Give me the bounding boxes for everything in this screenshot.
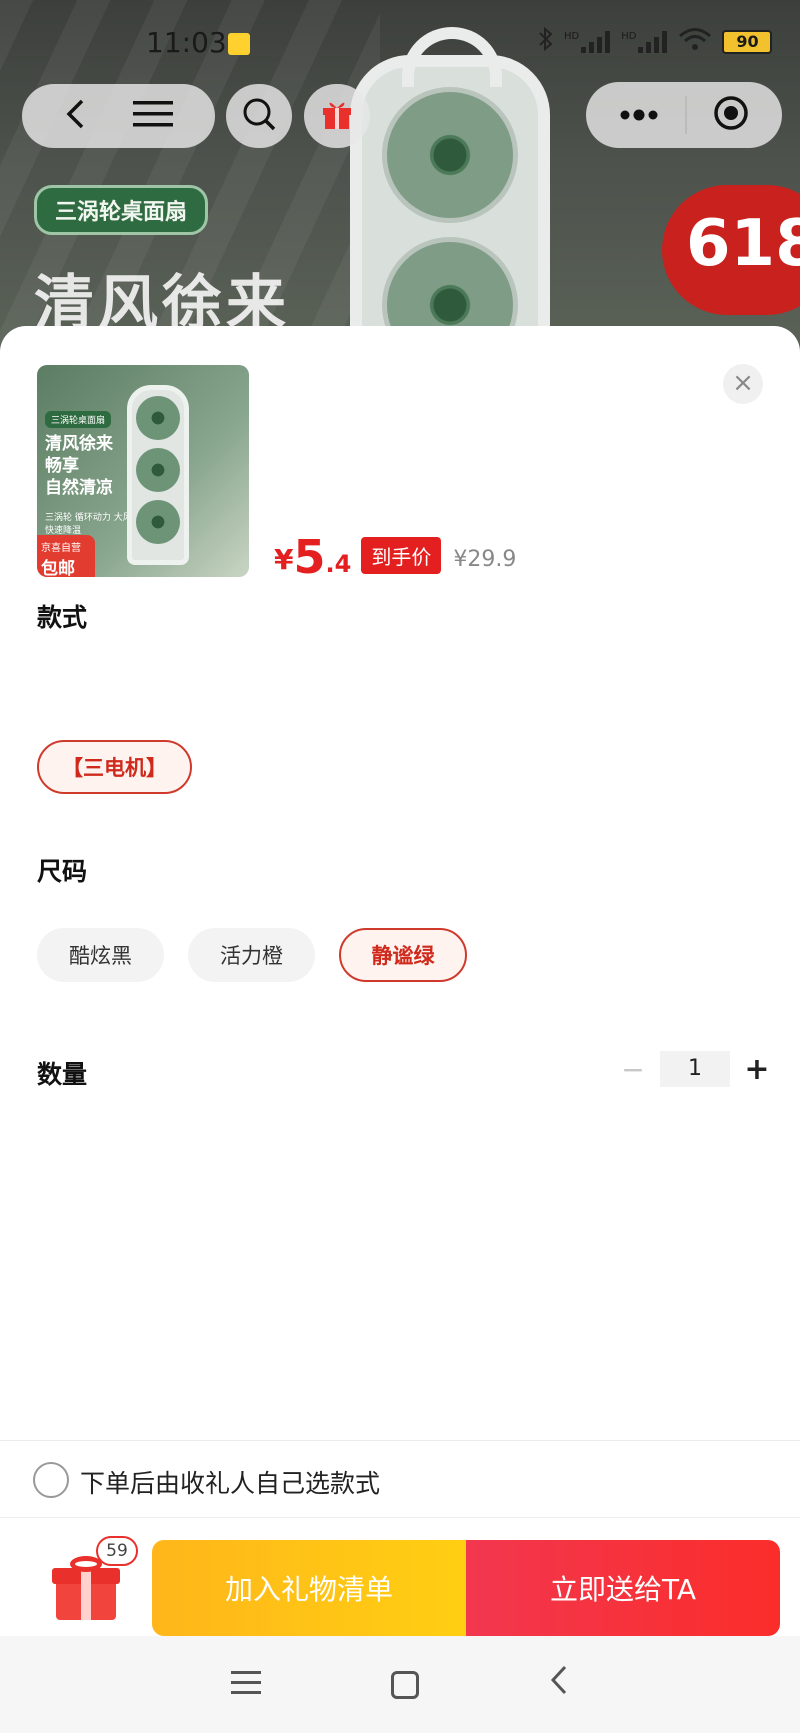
thumb-fan-image bbox=[127, 385, 189, 565]
more-icon[interactable] bbox=[619, 106, 659, 125]
recipient-choose-option[interactable]: 下单后由收礼人自己选款式 bbox=[0, 1440, 800, 1518]
back-icon[interactable] bbox=[64, 98, 88, 134]
close-button[interactable]: × bbox=[723, 364, 763, 404]
signal-icon-2: HD bbox=[621, 31, 668, 53]
status-bar: 11:03 HD HD 90 bbox=[0, 0, 800, 80]
notification-icon bbox=[228, 33, 250, 55]
capsule-divider bbox=[685, 96, 687, 134]
send-now-button[interactable]: 立即送给TA bbox=[466, 1540, 780, 1636]
increase-button[interactable]: + bbox=[742, 1052, 772, 1087]
target-icon[interactable] bbox=[713, 95, 749, 135]
thumb-line: 自然清凉 bbox=[45, 478, 113, 498]
wifi-icon bbox=[678, 27, 712, 57]
bluetooth-icon bbox=[538, 26, 554, 58]
thumb-tag: 三涡轮桌面扇 bbox=[45, 411, 112, 428]
search-button[interactable] bbox=[226, 84, 292, 148]
hero-fan-image bbox=[350, 27, 550, 360]
size-option-chip[interactable]: 酷炫黑 bbox=[37, 928, 164, 982]
nav-capsule bbox=[22, 84, 215, 148]
close-icon: × bbox=[732, 368, 754, 398]
system-nav-bar bbox=[0, 1636, 800, 1733]
add-to-gift-list-button[interactable]: 加入礼物清单 bbox=[152, 1540, 466, 1636]
style-section-title: 款式 bbox=[37, 603, 88, 632]
thumb-shipping-badge: 京喜自营 包邮 bbox=[37, 535, 95, 577]
style-option-chip[interactable]: 【三电机】 bbox=[37, 740, 192, 794]
search-icon bbox=[241, 96, 277, 136]
home-icon[interactable] bbox=[391, 1670, 419, 1699]
price-integer: 5 bbox=[293, 530, 326, 584]
radio-button[interactable] bbox=[33, 1462, 69, 1498]
price-row: ¥ 5 .4 到手价 ¥29.9 bbox=[274, 534, 516, 580]
original-price: ¥29.9 bbox=[453, 547, 517, 572]
menu-icon[interactable] bbox=[132, 99, 173, 133]
recent-apps-icon[interactable] bbox=[231, 1664, 261, 1705]
back-nav-icon[interactable] bbox=[549, 1664, 569, 1705]
gift-count-badge: 59 bbox=[96, 1536, 138, 1566]
size-option-chip[interactable]: 活力橙 bbox=[188, 928, 315, 982]
signal-icon: HD bbox=[564, 31, 611, 53]
final-price-label: 到手价 bbox=[361, 537, 442, 574]
hero-618-badge: 618 bbox=[662, 185, 800, 315]
option-label: 下单后由收礼人自己选款式 bbox=[80, 1469, 381, 1498]
product-thumbnail: 三涡轮桌面扇 清风徐来 畅享 自然清凉 三涡轮 循环动力 大风扇 快速降温 京喜… bbox=[37, 365, 249, 577]
price-decimal: .4 bbox=[325, 550, 352, 578]
size-option-chip[interactable]: 静谧绿 bbox=[339, 928, 467, 982]
status-time: 11:03 bbox=[146, 26, 227, 59]
quantity-stepper: − 1 + bbox=[618, 1051, 772, 1087]
quantity-label: 数量 bbox=[37, 1060, 88, 1089]
battery-icon: 90 bbox=[722, 30, 773, 54]
sku-selection-sheet: 三涡轮桌面扇 清风徐来 畅享 自然清凉 三涡轮 循环动力 大风扇 快速降温 京喜… bbox=[0, 326, 800, 1636]
action-bar: 59 加入礼物清单 立即送给TA bbox=[0, 1518, 800, 1636]
quantity-input[interactable]: 1 bbox=[660, 1051, 730, 1087]
decrease-button[interactable]: − bbox=[618, 1053, 648, 1086]
gift-icon bbox=[320, 97, 354, 135]
hero-tag: 三涡轮桌面扇 bbox=[34, 185, 209, 235]
miniprogram-capsule bbox=[586, 82, 782, 148]
size-section-title: 尺码 bbox=[37, 857, 88, 886]
price-currency: ¥ bbox=[274, 543, 294, 576]
gift-button[interactable] bbox=[304, 84, 370, 148]
